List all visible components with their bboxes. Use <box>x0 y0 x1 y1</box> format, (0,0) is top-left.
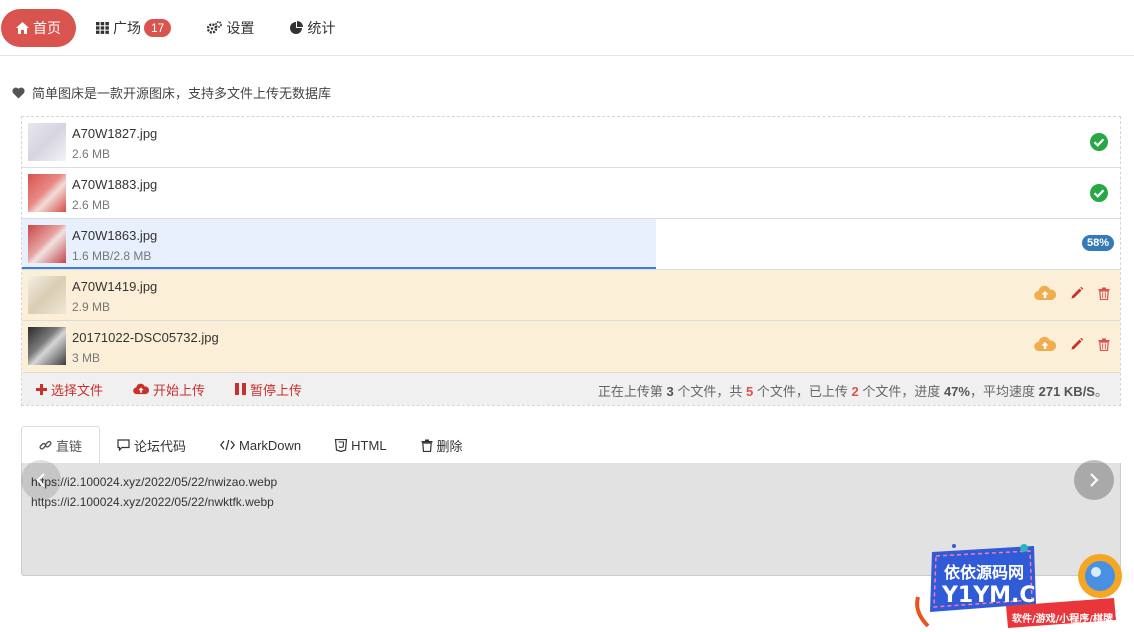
file-name: A70W1419.jpg <box>72 279 158 294</box>
home-icon <box>16 21 29 34</box>
select-files-button[interactable]: 选择文件 <box>36 380 103 399</box>
upload-queue: A70W1827.jpg 2.6 MB A70W1883.jpg 2.6 MB … <box>21 116 1121 406</box>
delete-trash-icon[interactable] <box>1098 287 1110 300</box>
trash-icon <box>421 439 433 452</box>
file-thumbnail <box>28 327 66 365</box>
code-icon <box>220 439 236 451</box>
tab-delete[interactable]: 删除 <box>404 426 480 464</box>
file-name: A70W1883.jpg <box>72 177 158 192</box>
status-progress: 47% <box>943 384 970 399</box>
nav-square[interactable]: 广场 17 <box>80 9 187 47</box>
site-watermark-logo: 依依源码网 Y1YM.COM 软件/游戏/小程序/棋牌 <box>914 542 1134 632</box>
tab-html[interactable]: HTML <box>318 426 403 464</box>
tab-forum-code-label: 论坛代码 <box>134 438 187 454</box>
tab-delete-label: 删除 <box>436 438 463 454</box>
file-size: 2.6 MB <box>72 198 111 212</box>
file-actions <box>1020 336 1110 352</box>
start-upload-label: 开始上传 <box>153 382 206 398</box>
nav-home-label: 首页 <box>33 19 61 36</box>
gears-icon <box>207 21 223 34</box>
output-link-line[interactable]: https://i2.100024.xyz/2022/05/22/nwktfk.… <box>31 492 1111 512</box>
intro-line: 简单图床是一款开源图床，支持多文件上传无数据库 <box>12 83 331 102</box>
tab-direct-link-label: 直链 <box>56 439 83 454</box>
pie-chart-icon <box>290 21 304 34</box>
link-icon <box>39 440 52 450</box>
file-actions <box>1020 285 1110 301</box>
edit-pencil-icon[interactable] <box>1070 337 1084 351</box>
tab-markdown[interactable]: MarkDown <box>203 426 318 464</box>
nav-settings-label: 设置 <box>226 19 255 36</box>
status-speed: 271 KB/S <box>1038 384 1095 399</box>
nav-square-label: 广场 <box>113 19 141 36</box>
progress-percent-badge: 58% <box>1081 235 1114 251</box>
upload-toolbar: 选择文件 开始上传 暂停上传 正在上传第 3 个文件，共 5 个文件，已上传 2… <box>22 373 1120 405</box>
start-upload-button[interactable]: 开始上传 <box>133 380 205 399</box>
file-size: 3 MB <box>72 351 101 365</box>
nav-stats[interactable]: 统计 <box>274 9 351 47</box>
tab-direct-link[interactable]: 直链 <box>21 426 101 465</box>
nav-settings[interactable]: 设置 <box>191 9 270 47</box>
svg-text:依依源码网: 依依源码网 <box>944 563 1024 582</box>
output-link-line[interactable]: https://i2.100024.xyz/2022/05/22/nwizao.… <box>31 472 1111 492</box>
heart-icon <box>12 87 25 98</box>
file-size: 1.6 MB/2.8 MB <box>72 249 152 263</box>
file-thumbnail <box>28 276 66 314</box>
status-part: ，平均速度 <box>969 384 1039 399</box>
select-files-label: 选择文件 <box>51 382 104 398</box>
svg-text:软件/游戏/小程序/棋牌: 软件/游戏/小程序/棋牌 <box>1012 612 1113 625</box>
file-row-pending: 20171022-DSC05732.jpg 3 MB <box>22 321 1120 373</box>
file-thumbnail <box>28 123 66 161</box>
status-uploaded: 2 <box>851 384 859 399</box>
output-tabs: 直链 论坛代码 MarkDown HTML 删除 <box>21 426 1121 465</box>
upload-status-text: 正在上传第 3 个文件，共 5 个文件，已上传 2 个文件，进度 47%，平均速… <box>598 381 1108 400</box>
tab-markdown-label: MarkDown <box>239 437 302 453</box>
tab-forum-code[interactable]: 论坛代码 <box>100 426 203 464</box>
carousel-prev-button[interactable] <box>21 460 61 500</box>
comment-icon <box>117 439 130 451</box>
file-row: A70W1827.jpg 2.6 MB <box>22 117 1120 168</box>
delete-trash-icon[interactable] <box>1098 338 1110 351</box>
check-circle-icon <box>1090 133 1108 151</box>
file-row: A70W1883.jpg 2.6 MB <box>22 168 1120 219</box>
carousel-next-button[interactable] <box>1074 460 1114 500</box>
edit-pencil-icon[interactable] <box>1070 286 1084 300</box>
intro-text: 简单图床是一款开源图床，支持多文件上传无数据库 <box>32 86 332 101</box>
top-nav: 首页 广场 17 设置 统计 <box>0 0 1134 56</box>
status-part: 。 <box>1094 384 1108 399</box>
tab-html-label: HTML <box>351 437 387 453</box>
file-name: 20171022-DSC05732.jpg <box>72 330 219 345</box>
chevron-right-icon <box>1090 473 1099 487</box>
status-part: 个文件，已上传 <box>753 384 852 399</box>
file-name: A70W1827.jpg <box>72 126 158 141</box>
file-thumbnail <box>28 174 66 212</box>
html5-icon <box>335 438 348 452</box>
status-current: 3 <box>666 384 674 399</box>
watermark-logo-graphic: 依依源码网 Y1YM.COM 软件/游戏/小程序/棋牌 <box>915 544 1122 628</box>
upload-cloud-icon[interactable] <box>1034 285 1056 301</box>
file-name: A70W1863.jpg <box>72 228 158 243</box>
status-part: 个文件，共 <box>673 384 747 399</box>
square-count-badge: 17 <box>144 18 172 37</box>
grid-icon <box>96 21 109 34</box>
status-part: 正在上传第 <box>597 384 667 399</box>
upload-cloud-icon[interactable] <box>1034 336 1056 352</box>
pause-upload-button[interactable]: 暂停上传 <box>235 380 302 399</box>
upload-cloud-icon <box>133 383 150 395</box>
check-circle-icon <box>1090 184 1108 202</box>
chevron-left-icon <box>36 473 45 487</box>
nav-home[interactable]: 首页 <box>1 8 76 47</box>
pause-icon <box>235 383 247 395</box>
file-row-pending: A70W1419.jpg 2.9 MB <box>22 270 1120 321</box>
status-part: 个文件，进度 <box>858 384 944 399</box>
pause-upload-label: 暂停上传 <box>250 382 303 398</box>
file-row-uploading: A70W1863.jpg 1.6 MB/2.8 MB 58% <box>22 219 1120 270</box>
file-thumbnail <box>28 225 66 263</box>
file-size: 2.6 MB <box>72 147 111 161</box>
file-size: 2.9 MB <box>72 300 111 314</box>
nav-stats-label: 统计 <box>307 19 336 36</box>
plus-icon <box>36 383 47 395</box>
